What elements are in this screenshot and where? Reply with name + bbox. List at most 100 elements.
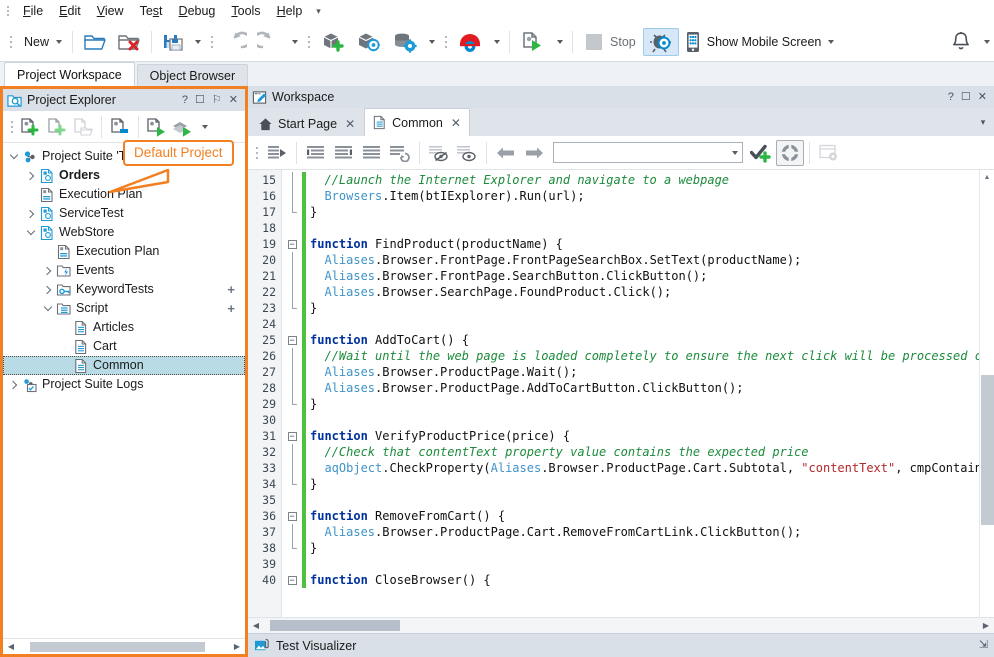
tab-start-page[interactable]: Start Page ✕ — [250, 110, 364, 136]
comment-block-button[interactable] — [358, 140, 386, 166]
code-line[interactable] — [306, 556, 979, 572]
close-project-button[interactable] — [112, 28, 146, 56]
code-line[interactable]: Aliases.Browser.ProductPage.Wait(); — [306, 364, 979, 380]
code-editor[interactable]: 1516171819202122232425262728293031323334… — [248, 170, 994, 617]
editor-options-button[interactable] — [815, 140, 843, 166]
chevron-down-icon[interactable] — [726, 151, 742, 155]
maximize-button[interactable]: ☐ — [961, 92, 971, 103]
vscroll-thumb[interactable] — [981, 375, 994, 525]
routines-combo[interactable] — [553, 142, 743, 163]
code-line[interactable] — [306, 316, 979, 332]
fold-toggle-icon[interactable]: − — [282, 572, 302, 588]
new-button[interactable]: New — [17, 28, 67, 56]
project-tree[interactable]: Project Suite 'Te...OrdersExecution Plan… — [3, 143, 245, 638]
hscroll-thumb[interactable] — [30, 642, 205, 652]
run-test-button[interactable] — [515, 28, 551, 56]
code-line[interactable]: function RemoveFromCart() { — [306, 508, 979, 524]
code-line[interactable]: } — [306, 540, 979, 556]
data-settings-dropdown[interactable] — [423, 28, 439, 56]
data-settings-button[interactable] — [387, 28, 423, 56]
indent-right-button[interactable] — [330, 140, 358, 166]
menu-file[interactable]: File — [15, 1, 51, 21]
record-dropdown[interactable] — [488, 28, 504, 56]
scroll-left-arrow[interactable]: ◀ — [250, 621, 262, 630]
run-project-button[interactable] — [144, 114, 170, 140]
code-vscrollbar[interactable]: ▲ — [979, 170, 994, 617]
tab-overflow-caret[interactable]: ▾ — [972, 117, 994, 128]
code-line[interactable] — [306, 492, 979, 508]
menu-tools[interactable]: Tools — [223, 1, 268, 21]
toolbar-gripper[interactable] — [207, 31, 216, 53]
record-test-button[interactable] — [351, 28, 387, 56]
tree-item-execution-plan[interactable]: Execution Plan — [3, 242, 245, 261]
add-checkpoint-button[interactable] — [748, 140, 776, 166]
menu-edit[interactable]: Edit — [51, 1, 89, 21]
close-icon[interactable]: ✕ — [345, 117, 355, 131]
add-item-plus-icon[interactable]: + — [227, 282, 241, 297]
menu-help[interactable]: Help — [269, 1, 311, 21]
fold-toggle-icon[interactable]: − — [282, 332, 302, 348]
project-tree-hscrollbar[interactable]: ◀ ▶ — [3, 638, 245, 654]
editor-toolbar-gripper[interactable] — [252, 142, 261, 164]
hscroll-thumb[interactable] — [270, 620, 400, 631]
toolbar-gripper[interactable] — [6, 31, 15, 53]
mobile-screen-button[interactable]: Show Mobile Screen — [679, 28, 840, 56]
toolbar-gripper[interactable] — [304, 31, 313, 53]
code-line[interactable]: //Launch the Internet Explorer and navig… — [306, 172, 979, 188]
code-text-area[interactable]: //Launch the Internet Explorer and navig… — [306, 170, 979, 617]
help-button[interactable]: ? — [948, 92, 954, 103]
scroll-right-arrow[interactable]: ▶ — [231, 642, 243, 651]
code-line[interactable]: aqObject.CheckProperty(Aliases.Browser.P… — [306, 460, 979, 476]
tree-item-cart[interactable]: Cart — [3, 337, 245, 356]
run-hierarchy-dropdown[interactable] — [196, 113, 212, 141]
expander-expanded-icon[interactable] — [7, 147, 21, 166]
fold-toggle-icon[interactable]: − — [282, 508, 302, 524]
fold-toggle-icon[interactable]: − — [282, 236, 302, 252]
code-line[interactable]: function AddToCart() { — [306, 332, 979, 348]
code-line[interactable]: } — [306, 300, 979, 316]
scroll-up-arrow[interactable]: ▲ — [980, 170, 994, 184]
navigate-back-button[interactable] — [492, 140, 520, 166]
new-project-button[interactable] — [44, 114, 70, 140]
tree-item-common[interactable]: Common — [3, 356, 245, 375]
redo-button[interactable] — [252, 28, 286, 56]
notifications-dropdown[interactable] — [978, 28, 994, 56]
expander-collapsed-icon[interactable] — [24, 166, 38, 185]
tree-item-servicetest[interactable]: ServiceTest — [3, 204, 245, 223]
menu-gripper[interactable] — [4, 3, 12, 19]
save-all-dropdown[interactable] — [189, 28, 205, 56]
uncomment-block-button[interactable] — [386, 140, 414, 166]
set-as-default-button[interactable] — [107, 114, 133, 140]
code-line[interactable]: //Check that contentText property value … — [306, 444, 979, 460]
code-line[interactable]: //Wait until the web page is loaded comp… — [306, 348, 979, 364]
indent-left-button[interactable] — [302, 140, 330, 166]
menu-overflow-caret[interactable]: ▾ — [310, 4, 327, 19]
menu-test[interactable]: Test — [132, 1, 171, 21]
code-line[interactable] — [306, 412, 979, 428]
hscroll-track[interactable] — [17, 641, 231, 653]
tree-item-script[interactable]: Script+ — [3, 299, 245, 318]
code-line[interactable]: function VerifyProductPrice(price) { — [306, 428, 979, 444]
stop-button[interactable]: Stop — [578, 28, 643, 56]
toolbar-gripper[interactable] — [441, 31, 450, 53]
close-button[interactable]: ✕ — [978, 92, 987, 103]
menu-debug[interactable]: Debug — [171, 1, 224, 21]
code-line[interactable]: function CloseBrowser() { — [306, 572, 979, 588]
code-hscrollbar[interactable]: ◀ ▶ — [248, 617, 994, 633]
code-line[interactable]: } — [306, 476, 979, 492]
maximize-button[interactable]: ☐ — [195, 95, 205, 106]
run-current-routine-button[interactable] — [263, 140, 291, 166]
object-spy-button[interactable] — [643, 28, 679, 56]
run-hierarchy-button[interactable] — [170, 114, 196, 140]
hide-code-button[interactable] — [425, 140, 453, 166]
expander-collapsed-icon[interactable] — [7, 375, 21, 394]
expander-collapsed-icon[interactable] — [41, 280, 55, 299]
code-line[interactable]: Aliases.Browser.SearchPage.FoundProduct.… — [306, 284, 979, 300]
tree-item-webstore[interactable]: WebStore — [3, 223, 245, 242]
tree-item-project-suite-logs[interactable]: Project Suite Logs — [3, 375, 245, 394]
add-item-plus-icon[interactable]: + — [227, 301, 241, 316]
open-project-button[interactable] — [78, 28, 112, 56]
undo-button[interactable] — [218, 28, 252, 56]
navigate-forward-button[interactable] — [520, 140, 548, 166]
add-new-item-button[interactable] — [18, 114, 44, 140]
